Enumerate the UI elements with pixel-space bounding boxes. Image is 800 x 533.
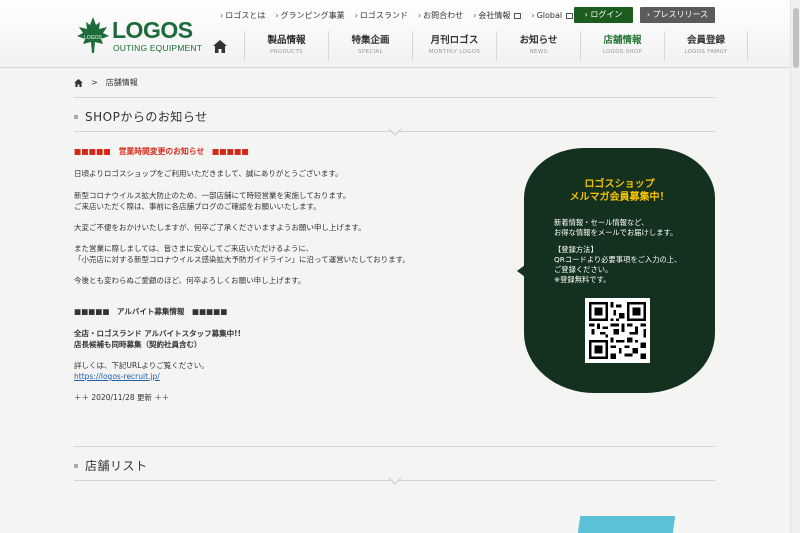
bubble-text: お得な情報をメールでお届けします。 (554, 228, 678, 237)
notice-text: 今後とも変わらぬご愛顧のほど、何卒よろしくお願い申し上げます。 (74, 276, 306, 285)
section-title-notice: SHOPからのお知らせ (74, 108, 208, 125)
notice-job-line: 店長候補も同時募集（契約社員含む） (74, 340, 202, 349)
notice-text: 日頃よりロゴスショップをご利用いただきまして、誠にありがとうございます。 (74, 169, 343, 178)
bubble-text: 【登録方法】 (554, 245, 598, 254)
bubble-title: メルマガ会員募集中！ (569, 192, 670, 203)
breadcrumb-separator: > (91, 78, 98, 87)
external-link-icon (514, 13, 522, 19)
bullet-square (74, 114, 78, 119)
bubble-text: ご登録ください。 (554, 265, 613, 274)
chevron-down-icon (388, 128, 402, 136)
notice-text: 詳しくは、下記URLよりご覧ください。 (74, 361, 209, 370)
update-date: ＋＋ 2020/11/28 更新 ＋＋ (74, 393, 170, 402)
arrow-right-icon: › (275, 11, 279, 20)
notice-heading-hours: ■■■■■ 営業時間変更のお知らせ ■■■■■ (74, 147, 249, 156)
login-button[interactable]: › ログイン (574, 7, 633, 23)
recruit-link[interactable]: https://logos-recruit.jp/ (74, 371, 160, 382)
arrow-right-icon: › (220, 11, 224, 20)
breadcrumb: > 店舗情報 (74, 77, 138, 88)
site-header: LOGOS LOGOS OUTING EQUIPMENT › ロゴスとは › グラン… (0, 0, 790, 68)
arrow-right-icon: › (531, 11, 535, 20)
arrow-right-icon: › (354, 11, 358, 20)
press-release-button[interactable]: › プレスリリース (640, 7, 715, 23)
notice-heading-jobs: ■■■■■ アルバイト募集情報 ■■■■■ (74, 307, 228, 316)
shop-area-tab[interactable] (577, 516, 676, 533)
notice-job-line: 全店・ロゴスランド アルバイトスタッフ募集中!! (74, 329, 242, 338)
external-link-icon (566, 13, 574, 19)
nav-products[interactable]: 製品情報 PRODUCTS (244, 31, 328, 61)
utility-link-about[interactable]: › ロゴスとは (220, 9, 265, 23)
page: LOGOS LOGOS OUTING EQUIPMENT › ロゴスとは › グラン… (0, 0, 790, 533)
notice-text: 大変ご不便をおかけいたしますが、何卒ご了承くださいますようお願い申し上げます。 (74, 223, 366, 232)
divider (74, 97, 715, 98)
vertical-scrollbar[interactable] (790, 0, 800, 533)
utility-link-logosland[interactable]: › ロゴスランド (355, 9, 408, 23)
arrow-right-icon: › (417, 11, 422, 20)
nav-shop[interactable]: 店舗情報 LOGOS SHOP (580, 31, 664, 61)
breadcrumb-current: 店舗情報 (105, 78, 138, 87)
site-logo[interactable]: LOGOS LOGOS OUTING EQUIPMENT (76, 16, 202, 56)
utility-link-contact[interactable]: › お問合わせ (418, 9, 463, 23)
bubble-text: ※登録無料です。 (554, 275, 611, 284)
bullet-square (74, 463, 78, 468)
utility-link-company[interactable]: › 会社情報 (473, 9, 522, 23)
newsletter-bubble: ロゴスショップ メルマガ会員募集中！ 新着情報・セール情報など、 お得な情報をメ… (524, 148, 715, 393)
home-icon[interactable] (74, 78, 83, 87)
divider (74, 446, 715, 447)
qr-code-icon[interactable] (585, 298, 650, 363)
nav-monthly[interactable]: 月刊ロゴス MONTHLY LOGOS (412, 31, 496, 61)
scrollbar-thumb[interactable] (793, 8, 799, 68)
utility-link-global[interactable]: › Global (531, 9, 574, 23)
nav-home[interactable] (196, 31, 244, 61)
home-icon (213, 39, 227, 53)
nav-special[interactable]: 特集企画 SPECIAL (328, 31, 412, 61)
section-title-shoplist: 店舗リスト (74, 457, 148, 474)
bubble-text: QRコードより必要事項をご入力の上、 (554, 255, 682, 264)
global-nav: 製品情報 PRODUCTS 特集企画 SPECIAL 月刊ロゴス MONTHLY LO… (196, 31, 748, 61)
bubble-title: ロゴスショップ (584, 179, 655, 190)
maple-leaf-icon: LOGOS (77, 17, 109, 53)
nav-family[interactable]: 会員登録 LOGOS FAMILY (664, 31, 748, 61)
bubble-text: 新着情報・セール情報など、 (554, 218, 649, 227)
svg-text:LOGOS: LOGOS (84, 35, 102, 41)
notice-text: また営業に際しましては、皆さまに安心してご来店いただけるように、 (74, 244, 314, 253)
chevron-down-icon (388, 477, 402, 485)
notice-text: 新型コロナウイルス拡大防止のため、一部店舗にて時短営業を実施しております。 (74, 191, 351, 200)
notice-text: 「小売店に対する新型コロナウイルス感染拡大予防ガイドライン」に沿って運営いたして… (74, 255, 410, 264)
arrow-right-icon: › (473, 11, 477, 20)
notice-text: ご来店いただく際は、事前に各店舗ブログのご確認をお願いいたします。 (74, 202, 321, 211)
logo-tagline: OUTING EQUIPMENT (113, 43, 203, 53)
logo-wordmark: LOGOS (112, 17, 193, 43)
utility-link-glamping[interactable]: › グランピング事業 (275, 9, 344, 23)
nav-news[interactable]: お知らせ NEWS (496, 31, 580, 61)
utility-nav: › ロゴスとは › グランピング事業 › ロゴスランド › お問合わせ › 会社情報 › G… (220, 9, 574, 23)
